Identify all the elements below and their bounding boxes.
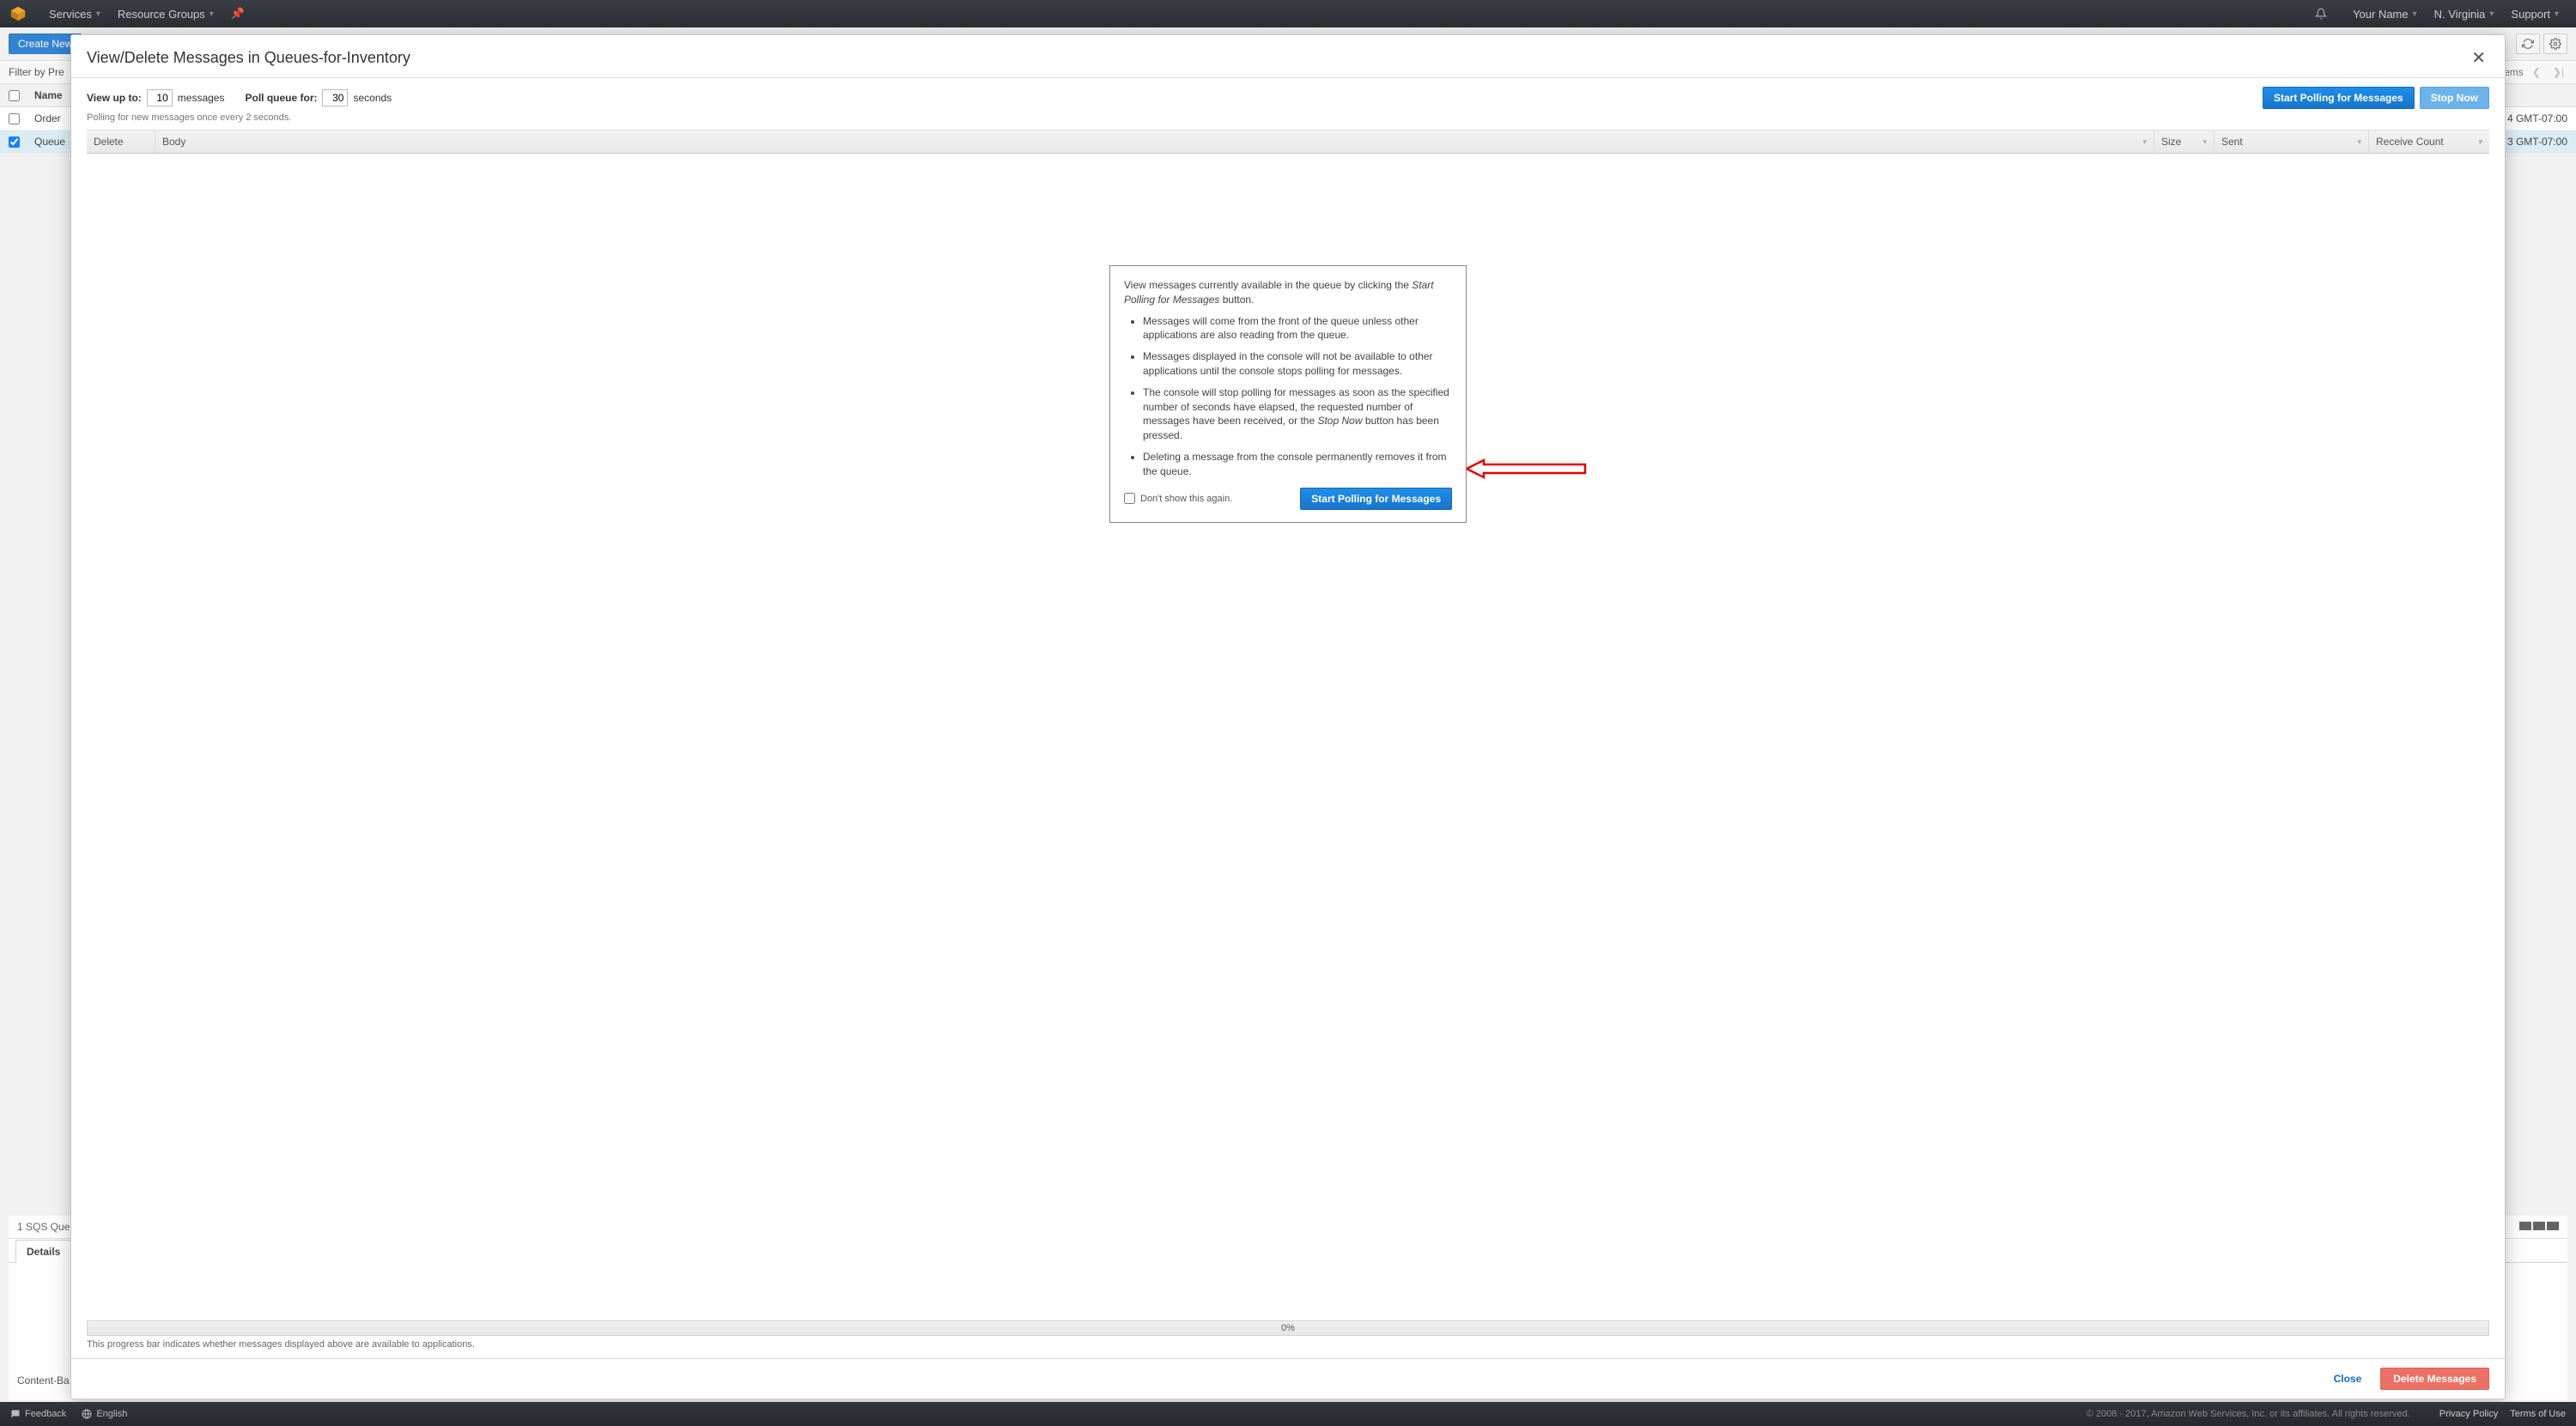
nav-region-label: N. Virginia xyxy=(2434,8,2486,21)
view-up-to-input[interactable] xyxy=(147,89,173,106)
nav-services[interactable]: Services ▾ xyxy=(40,8,109,21)
chevron-down-icon: ▾ xyxy=(2413,9,2417,19)
sort-icon[interactable]: ▾ xyxy=(2202,137,2207,147)
col-receive-count: Receive Count xyxy=(2376,136,2444,148)
modal-overlay: View/Delete Messages in Queues-for-Inven… xyxy=(0,27,2576,1402)
polling-note: Polling for new messages once every 2 se… xyxy=(71,112,2505,130)
seconds-suffix: seconds xyxy=(353,92,392,104)
copyright: © 2008 - 2017, Amazon Web Services, Inc.… xyxy=(2087,1409,2410,1419)
start-polling-button[interactable]: Start Polling for Messages xyxy=(2263,87,2415,109)
page-footer: Feedback English © 2008 - 2017, Amazon W… xyxy=(0,1402,2576,1426)
aws-logo-icon[interactable] xyxy=(9,4,27,23)
close-icon[interactable]: ✕ xyxy=(2468,47,2489,69)
progress-note: This progress bar indicates whether mess… xyxy=(71,1336,2505,1358)
col-body: Body xyxy=(162,136,185,148)
chevron-down-icon: ▾ xyxy=(2555,9,2559,19)
nav-user[interactable]: Your Name ▾ xyxy=(2344,8,2426,21)
nav-user-label: Your Name xyxy=(2353,8,2409,21)
privacy-link[interactable]: Privacy Policy xyxy=(2439,1409,2498,1419)
view-delete-modal: View/Delete Messages in Queues-for-Inven… xyxy=(70,34,2506,1399)
language-label: English xyxy=(96,1409,127,1419)
poll-queue-input[interactable] xyxy=(322,89,348,106)
poll-queue-label: Poll queue for: xyxy=(245,92,317,104)
info-intro: View messages currently available in the… xyxy=(1124,278,1452,307)
messages-table-header: Delete Body ▾ Size ▾ Sent ▾ Receive Count ▾ xyxy=(87,130,2489,154)
sort-icon[interactable]: ▾ xyxy=(2142,137,2147,147)
info-bullet-em: Stop Now xyxy=(1317,415,1362,427)
col-sent: Sent xyxy=(2221,136,2243,148)
nav-resource-groups[interactable]: Resource Groups ▾ xyxy=(109,8,222,21)
annotation-arrow xyxy=(1467,458,1587,479)
delete-messages-button[interactable]: Delete Messages xyxy=(2380,1368,2489,1390)
info-start-polling-button[interactable]: Start Polling for Messages xyxy=(1300,488,1452,510)
nav-support[interactable]: Support ▾ xyxy=(2502,8,2567,21)
view-up-to-label: View up to: xyxy=(87,92,142,104)
modal-controls: View up to: messages Poll queue for: sec… xyxy=(71,78,2505,112)
progress-pct: 0% xyxy=(1281,1323,1295,1333)
modal-footer: Close Delete Messages xyxy=(71,1358,2505,1399)
chevron-down-icon: ▾ xyxy=(96,9,100,19)
info-bullet: Messages will come from the front of the… xyxy=(1143,314,1452,343)
feedback-link[interactable]: Feedback xyxy=(10,1409,66,1419)
close-button[interactable]: Close xyxy=(2322,1368,2374,1390)
nav-resource-groups-label: Resource Groups xyxy=(118,8,205,21)
nav-support-label: Support xyxy=(2511,8,2550,21)
info-intro-text2: button. xyxy=(1219,294,1254,306)
col-size: Size xyxy=(2161,136,2181,148)
dont-show-again[interactable]: Don't show this again. xyxy=(1124,493,1232,504)
chevron-down-icon: ▾ xyxy=(2489,9,2494,19)
messages-body: View messages currently available in the… xyxy=(87,154,2489,1320)
info-intro-text: View messages currently available in the… xyxy=(1124,279,1412,291)
notifications-icon[interactable] xyxy=(2306,8,2336,20)
info-bullet: Messages displayed in the console will n… xyxy=(1143,349,1452,379)
stop-now-button[interactable]: Stop Now xyxy=(2420,87,2489,109)
modal-header: View/Delete Messages in Queues-for-Inven… xyxy=(71,35,2505,78)
sort-icon[interactable]: ▾ xyxy=(2478,137,2482,147)
messages-suffix: messages xyxy=(178,92,225,104)
progress-bar: 0% xyxy=(87,1320,2489,1336)
info-bullet: The console will stop polling for messag… xyxy=(1143,385,1452,443)
nav-services-label: Services xyxy=(49,8,92,21)
language-link[interactable]: English xyxy=(82,1409,127,1419)
dont-show-label: Don't show this again. xyxy=(1140,494,1232,504)
terms-link[interactable]: Terms of Use xyxy=(2510,1409,2566,1419)
dont-show-checkbox[interactable] xyxy=(1124,493,1135,504)
nav-region[interactable]: N. Virginia ▾ xyxy=(2426,8,2503,21)
feedback-label: Feedback xyxy=(25,1409,66,1419)
nav-pin-icon[interactable]: 📌 xyxy=(222,7,253,21)
col-delete: Delete xyxy=(94,136,124,148)
info-dialog: View messages currently available in the… xyxy=(1109,265,1467,523)
top-nav: Services ▾ Resource Groups ▾ 📌 Your Name… xyxy=(0,0,2576,27)
chevron-down-icon: ▾ xyxy=(210,9,214,19)
info-bullet: Deleting a message from the console perm… xyxy=(1143,450,1452,479)
sort-icon[interactable]: ▾ xyxy=(2357,137,2361,147)
modal-title: View/Delete Messages in Queues-for-Inven… xyxy=(87,49,410,67)
